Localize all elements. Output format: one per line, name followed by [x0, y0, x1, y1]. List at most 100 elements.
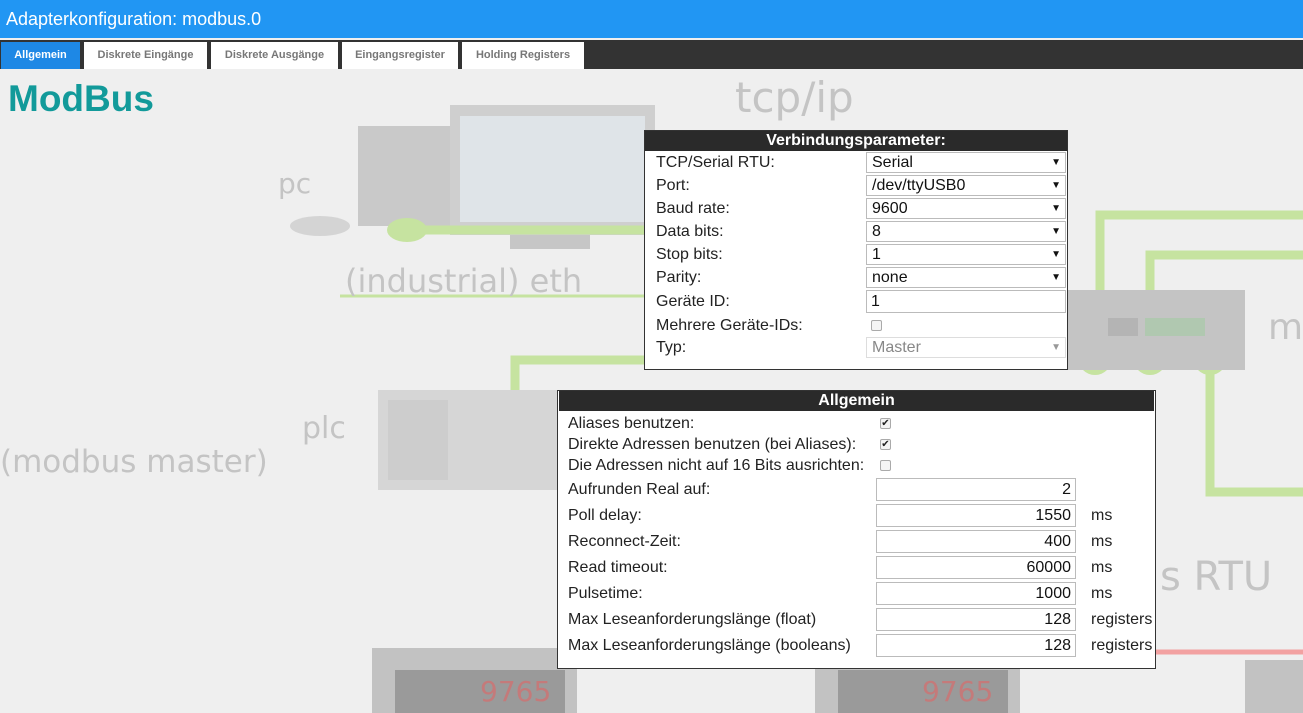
tab-allgemein[interactable]: Allgemein — [1, 42, 80, 69]
aliases-label: Aliases benutzen: — [568, 415, 695, 432]
align-label: Die Adressen nicht auf 16 Bits ausrichte… — [568, 457, 865, 474]
general-panel: Allgemein Aliases benutzen: ✔ Direkte Ad… — [557, 390, 1156, 669]
tab-eingangsregister[interactable]: Eingangsregister — [342, 42, 458, 69]
bg-label-tcpip: tcp/ip — [735, 73, 854, 122]
max-float-unit: registers — [1091, 611, 1153, 628]
max-bool-unit: registers — [1091, 637, 1153, 654]
mehrere-ids-checkbox[interactable] — [871, 320, 882, 331]
align-checkbox[interactable] — [880, 460, 891, 471]
bg-label-plc: plc — [302, 411, 346, 446]
stopbits-label: Stop bits: — [656, 246, 723, 263]
reconnect-unit: ms — [1091, 533, 1113, 550]
row-baud: Baud rate: 9600 ▼ — [645, 197, 1067, 220]
poll-unit: ms — [1091, 507, 1113, 524]
chevron-down-icon: ▼ — [1051, 157, 1061, 168]
window-titlebar: Adapterkonfiguration: modbus.0 — [0, 0, 1303, 38]
check-icon: ✔ — [881, 418, 890, 429]
bg-label-right: m — [1268, 307, 1303, 348]
max-float-input[interactable]: 128 — [876, 608, 1076, 631]
databits-select[interactable]: 8 ▼ — [866, 221, 1066, 242]
baud-select[interactable]: 9600 ▼ — [866, 198, 1066, 219]
chevron-down-icon: ▼ — [1051, 203, 1061, 214]
row-reconnect: Reconnect-Zeit: 400 ms — [558, 530, 1155, 553]
bg-display-value-right: 9765 — [922, 675, 994, 708]
databits-label: Data bits: — [656, 223, 724, 240]
poll-label: Poll delay: — [568, 507, 642, 524]
tab-diskrete-ausgaenge[interactable]: Diskrete Ausgänge — [211, 42, 338, 69]
read-timeout-label: Read timeout: — [568, 559, 668, 576]
geraete-id-label: Geräte ID: — [656, 293, 730, 310]
round-input[interactable]: 2 — [876, 478, 1076, 501]
row-port: Port: /dev/ttyUSB0 ▼ — [645, 174, 1067, 197]
page-title: ModBus — [8, 78, 154, 119]
chevron-down-icon: ▼ — [1051, 226, 1061, 237]
reconnect-label: Reconnect-Zeit: — [568, 533, 681, 550]
stopbits-value: 1 — [872, 246, 881, 263]
databits-value: 8 — [872, 223, 881, 240]
direct-label: Direkte Adressen benutzen (bei Aliases): — [568, 436, 857, 453]
max-float-label: Max Leseanforderungslänge (float) — [568, 611, 817, 628]
row-geraete-id: Geräte ID: 1 — [645, 290, 1067, 313]
bg-label-pc: pc — [278, 167, 312, 200]
tab-holding-registers[interactable]: Holding Registers — [462, 42, 584, 69]
max-bool-label: Max Leseanforderungslänge (booleans) — [568, 637, 851, 654]
parity-select[interactable]: none ▼ — [866, 267, 1066, 288]
geraete-id-input[interactable]: 1 — [866, 290, 1066, 313]
chevron-down-icon: ▼ — [1051, 272, 1061, 283]
poll-input[interactable]: 1550 — [876, 504, 1076, 527]
parity-label: Parity: — [656, 269, 702, 286]
row-direct: Direkte Adressen benutzen (bei Aliases):… — [558, 433, 1155, 456]
tcp-serial-value: Serial — [872, 154, 913, 171]
row-tcp-serial: TCP/Serial RTU: Serial ▼ — [645, 151, 1067, 174]
chevron-down-icon: ▼ — [1051, 180, 1061, 191]
row-typ: Typ: Master ▼ — [645, 336, 1067, 359]
connection-panel: Verbindungsparameter: TCP/Serial RTU: Se… — [644, 130, 1068, 370]
read-timeout-unit: ms — [1091, 559, 1113, 576]
check-icon: ✔ — [881, 439, 890, 450]
parity-value: none — [872, 269, 908, 286]
row-round: Aufrunden Real auf: 2 — [558, 478, 1155, 501]
baud-label: Baud rate: — [656, 200, 730, 217]
pulsetime-unit: ms — [1091, 585, 1113, 602]
general-panel-header: Allgemein — [559, 391, 1154, 411]
row-mehrere-ids: Mehrere Geräte-IDs: — [645, 314, 1067, 337]
mehrere-ids-label: Mehrere Geräte-IDs: — [656, 317, 803, 334]
tcp-serial-label: TCP/Serial RTU: — [656, 154, 775, 171]
stopbits-select[interactable]: 1 ▼ — [866, 244, 1066, 265]
port-label: Port: — [656, 177, 690, 194]
bg-display-value-left: 9765 — [480, 675, 552, 708]
row-align: Die Adressen nicht auf 16 Bits ausrichte… — [558, 454, 1155, 477]
row-poll: Poll delay: 1550 ms — [558, 504, 1155, 527]
row-max-bool: Max Leseanforderungslänge (booleans) 128… — [558, 634, 1155, 657]
pulsetime-input[interactable]: 1000 — [876, 582, 1076, 605]
typ-select[interactable]: Master ▼ — [866, 337, 1066, 358]
bg-label-industrial-eth: (industrial) eth — [345, 262, 583, 300]
aliases-checkbox[interactable]: ✔ — [880, 418, 891, 429]
typ-label: Typ: — [656, 339, 687, 356]
typ-value: Master — [872, 339, 921, 356]
row-read-timeout: Read timeout: 60000 ms — [558, 556, 1155, 579]
port-select[interactable]: /dev/ttyUSB0 ▼ — [866, 175, 1066, 196]
max-bool-input[interactable]: 128 — [876, 634, 1076, 657]
direct-checkbox[interactable]: ✔ — [880, 439, 891, 450]
bg-label-modbus-master: (modbus master) — [0, 444, 268, 480]
chevron-down-icon: ▼ — [1051, 342, 1061, 353]
row-aliases: Aliases benutzen: ✔ — [558, 412, 1155, 435]
round-label: Aufrunden Real auf: — [568, 481, 711, 498]
row-max-float: Max Leseanforderungslänge (float) 128 re… — [558, 608, 1155, 631]
connection-panel-header: Verbindungsparameter: — [645, 131, 1067, 151]
reconnect-input[interactable]: 400 — [876, 530, 1076, 553]
row-parity: Parity: none ▼ — [645, 266, 1067, 289]
read-timeout-input[interactable]: 60000 — [876, 556, 1076, 579]
tcp-serial-select[interactable]: Serial ▼ — [866, 152, 1066, 173]
row-pulsetime: Pulsetime: 1000 ms — [558, 582, 1155, 605]
tab-bar: Allgemein Diskrete Eingänge Diskrete Aus… — [0, 40, 1303, 69]
row-stopbits: Stop bits: 1 ▼ — [645, 243, 1067, 266]
port-value: /dev/ttyUSB0 — [872, 177, 966, 194]
window-title: Adapterkonfiguration: modbus.0 — [6, 9, 262, 29]
bg-label-rtu: s RTU — [1160, 554, 1273, 600]
baud-value: 9600 — [872, 200, 908, 217]
chevron-down-icon: ▼ — [1051, 249, 1061, 260]
tab-diskrete-eingaenge[interactable]: Diskrete Eingänge — [84, 42, 207, 69]
pulsetime-label: Pulsetime: — [568, 585, 643, 602]
